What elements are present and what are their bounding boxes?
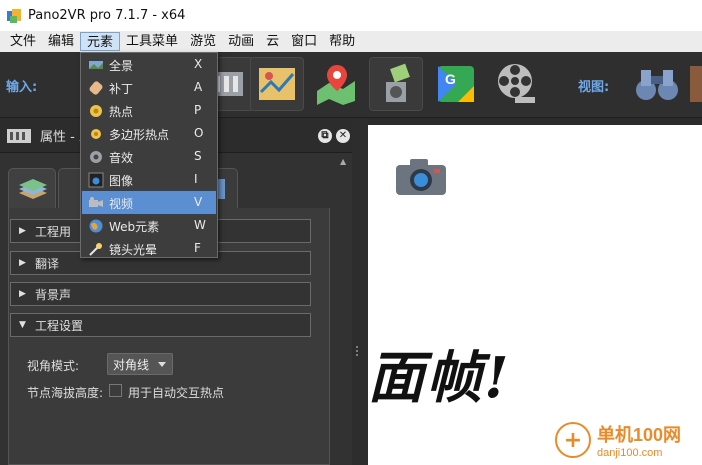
floor-plan-button[interactable]: [309, 57, 363, 111]
google-maps-icon: G: [438, 66, 474, 102]
elements-menu: 全景 X 补丁 A 热点 P 多边形热点 O 音效 S 图像 I 视频 V We…: [80, 52, 218, 258]
input-label: 输入:: [6, 80, 38, 95]
watermark-url: danji100.com: [597, 447, 663, 459]
patch-icon: [89, 81, 103, 95]
menu-item-shortcut: X: [194, 57, 203, 71]
menu-animation[interactable]: 动画: [222, 32, 260, 51]
menu-item-label: 热点: [109, 105, 134, 119]
menu-item-shortcut: P: [194, 103, 202, 117]
menu-item-label: 图像: [109, 174, 134, 188]
tour-map-icon: [259, 68, 295, 100]
expand-arrow-icon: ▶: [19, 258, 26, 268]
auto-hotspot-checkbox[interactable]: [109, 384, 122, 397]
stack-layers-icon: [19, 179, 47, 199]
video-icon: [89, 197, 103, 207]
menu-window[interactable]: 窗口: [285, 32, 323, 51]
menu-item-label: 镜头光晕: [109, 243, 158, 257]
panorama-viewport[interactable]: 面帧! + 单机100网 danji100.com: [368, 125, 702, 465]
panel-splitter[interactable]: [352, 119, 368, 465]
view-mode-select[interactable]: 对角线: [107, 353, 173, 375]
node-altitude-label: 节点海拔高度:: [27, 386, 104, 400]
collapse-arrow-icon: ▼: [19, 320, 26, 330]
menu-item-lens-flare[interactable]: 镜头光晕 F: [82, 237, 216, 260]
menu-item-image[interactable]: 图像 I: [82, 168, 216, 191]
section-project-settings[interactable]: ▼ 工程设置: [10, 313, 311, 337]
menu-edit[interactable]: 编辑: [42, 32, 80, 51]
video-button[interactable]: [488, 57, 542, 111]
tour-map-button[interactable]: [250, 57, 304, 111]
menu-item-shortcut: W: [194, 218, 206, 232]
window-title: Pano2VR pro 7.1.7 - x64: [28, 8, 186, 23]
section-label: 工程用: [35, 224, 72, 239]
menu-item-shortcut: S: [194, 149, 202, 163]
menu-item-label: 多边形热点: [109, 128, 170, 142]
section-label: 翻译: [35, 256, 60, 271]
menu-item-sound[interactable]: 音效 S: [82, 145, 216, 168]
scroll-up-arrow[interactable]: ▲: [340, 157, 350, 167]
menu-item-shortcut: A: [194, 80, 203, 94]
chevron-down-icon: [158, 362, 166, 367]
splitter-grip-icon[interactable]: [355, 345, 359, 359]
next-toolbar-button[interactable]: [690, 57, 702, 111]
map-pin-icon: [317, 65, 355, 105]
menu-elements[interactable]: 元素: [80, 32, 121, 51]
watermark-plus-icon: +: [555, 422, 591, 458]
menu-item-label: 音效: [109, 151, 134, 165]
properties-icon: [7, 128, 31, 143]
lens-flare-icon: [89, 243, 102, 256]
section-label: 背景声: [35, 287, 72, 302]
view-label: 视图:: [578, 80, 610, 95]
auto-hotspot-label: 用于自动交互热点: [128, 386, 225, 400]
title-bar: Pano2VR pro 7.1.7 - x64: [0, 0, 702, 31]
panorama-icon: [89, 61, 103, 69]
viewport-overlay-text: 面帧!: [368, 345, 511, 411]
binoculars-button[interactable]: [630, 57, 684, 111]
menu-tools[interactable]: 工具菜单: [120, 32, 184, 51]
google-street-view-button[interactable]: G: [429, 57, 483, 111]
menu-item-web-element[interactable]: Web元素 W: [82, 214, 216, 237]
menu-item-label: 全景: [109, 59, 134, 73]
section-label: 工程设置: [35, 318, 84, 333]
menu-item-shortcut: V: [194, 195, 203, 209]
image-icon: [88, 172, 104, 188]
film-reel-icon: [498, 64, 535, 103]
view-mode-value: 对角线: [113, 357, 150, 372]
menu-item-video[interactable]: 视频 V: [82, 191, 216, 214]
expand-arrow-icon: ▶: [19, 226, 26, 236]
menu-item-patch[interactable]: 补丁 A: [82, 76, 216, 99]
menu-help[interactable]: 帮助: [323, 32, 361, 51]
menu-item-label: 视频: [109, 197, 134, 211]
section-background-sound[interactable]: ▶ 背景声: [10, 282, 311, 306]
tab-project[interactable]: [8, 168, 56, 208]
close-panel-button[interactable]: ✕: [336, 129, 350, 143]
pano2vr-app-icon: [7, 8, 21, 23]
float-panel-button[interactable]: ⧉: [318, 129, 332, 143]
partial-icon: [690, 66, 702, 102]
menu-item-shortcut: I: [194, 172, 198, 186]
watermark: + 单机100网 danji100.com: [555, 421, 681, 459]
binoculars-icon: [636, 70, 678, 100]
menu-file[interactable]: 文件: [4, 32, 42, 51]
camera-icon: [396, 159, 446, 195]
view-mode-label: 视角模式:: [27, 359, 80, 373]
menu-tour[interactable]: 游览: [184, 32, 222, 51]
sound-button[interactable]: [369, 57, 423, 111]
menu-cloud[interactable]: 云: [260, 32, 285, 51]
menu-item-panorama[interactable]: 全景 X: [82, 53, 216, 76]
polygon-hotspot-icon: [91, 129, 101, 139]
menu-item-hotspot[interactable]: 热点 P: [82, 99, 216, 122]
sound-icon: [90, 151, 102, 163]
menu-item-polygon-hotspot[interactable]: 多边形热点 O: [82, 122, 216, 145]
watermark-site-name: 单机100网: [597, 425, 682, 445]
hotspot-icon: [90, 105, 102, 117]
menu-item-label: 补丁: [109, 82, 134, 96]
expand-arrow-icon: ▶: [19, 289, 26, 299]
menu-item-shortcut: F: [194, 241, 201, 255]
web-element-icon: [89, 219, 103, 233]
menu-item-shortcut: O: [194, 126, 204, 140]
speaker-icon: [386, 63, 410, 102]
menu-bar: 文件 编辑 元素 工具菜单 游览 动画 云 窗口 帮助: [0, 31, 702, 52]
menu-item-label: Web元素: [109, 220, 160, 234]
svg-text:G: G: [445, 71, 456, 87]
